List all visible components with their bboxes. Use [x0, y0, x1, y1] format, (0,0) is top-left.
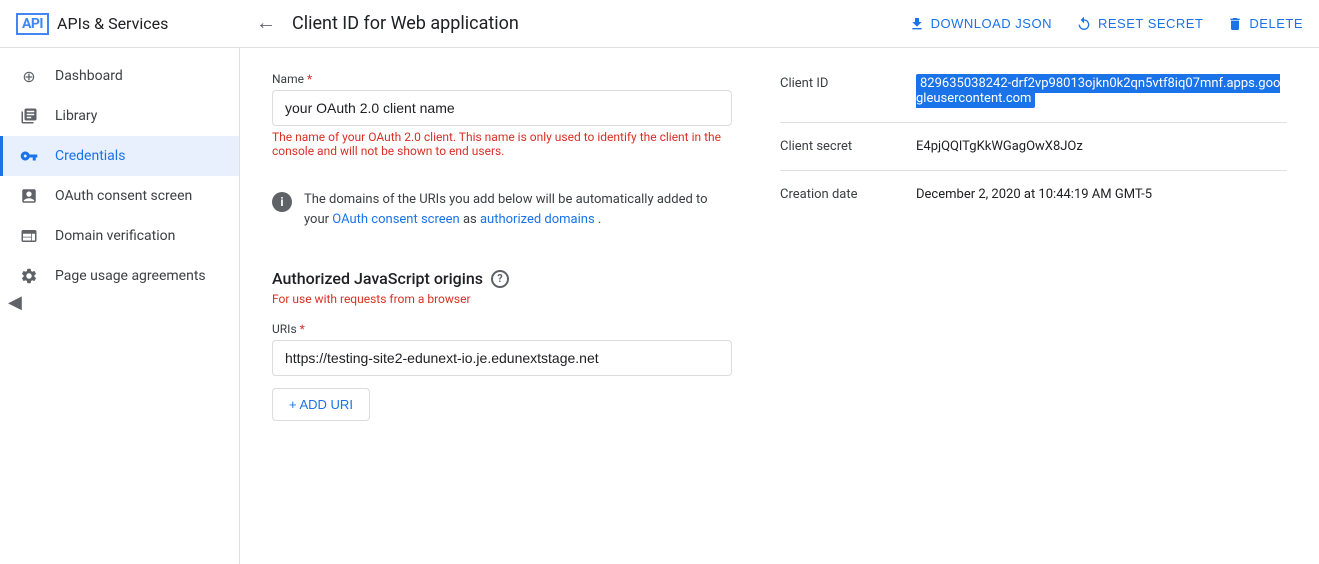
delete-button[interactable]: DELETE — [1227, 16, 1303, 32]
sidebar-item-dashboard[interactable]: ⊕ Dashboard — [0, 56, 239, 96]
left-panel: Name * The name of your OAuth 2.0 client… — [272, 72, 732, 540]
sidebar-item-credentials[interactable]: Credentials — [0, 136, 239, 176]
js-origins-help-icon[interactable]: ? — [491, 270, 509, 288]
domain-icon — [19, 226, 39, 246]
name-required: * — [307, 72, 312, 86]
creation-date-label: Creation date — [780, 187, 900, 202]
download-icon — [909, 16, 925, 32]
sidebar: ⊕ Dashboard Library Credentials OAuth co… — [0, 48, 240, 564]
sidebar-label-dashboard: Dashboard — [55, 68, 123, 84]
add-uri-button[interactable]: + ADD URI — [272, 388, 370, 421]
reset-icon — [1076, 16, 1092, 32]
uri-input[interactable] — [272, 340, 732, 376]
name-form-group: Name * The name of your OAuth 2.0 client… — [272, 72, 732, 158]
name-input[interactable] — [272, 90, 732, 126]
client-id-label: Client ID — [780, 76, 900, 91]
sidebar-label-page-usage: Page usage agreements — [55, 268, 206, 284]
sidebar-item-page-usage[interactable]: Page usage agreements — [0, 256, 239, 296]
creation-date-row: Creation date December 2, 2020 at 10:44:… — [780, 187, 1287, 218]
js-origins-subtext: For use with requests from a browser — [272, 292, 732, 306]
right-panel: Client ID 829635038242-drf2vp98013ojkn0k… — [780, 72, 1287, 540]
uris-group: URIs * — [272, 322, 732, 376]
oauth-consent-link[interactable]: OAuth consent screen — [332, 212, 459, 227]
dashboard-icon: ⊕ — [19, 66, 39, 86]
client-secret-value: E4pjQQlTgKkWGagOwX8JOz — [916, 139, 1083, 154]
credentials-icon — [19, 146, 39, 166]
oauth-icon — [19, 186, 39, 206]
reset-secret-button[interactable]: RESET SECRET — [1076, 16, 1203, 32]
library-icon — [19, 106, 39, 126]
sidebar-label-credentials: Credentials — [55, 148, 125, 164]
page-title: Client ID for Web application — [292, 13, 519, 34]
js-origins-heading: Authorized JavaScript origins ? — [272, 269, 732, 288]
info-text-content: The domains of the URIs you add below wi… — [304, 190, 732, 229]
client-secret-row: Client secret E4pjQQlTgKkWGagOwX8JOz — [780, 139, 1287, 171]
sidebar-collapse-button[interactable]: ◀ — [8, 292, 22, 313]
back-button[interactable]: ← — [256, 12, 276, 35]
top-bar-content: ← Client ID for Web application DOWNLOAD… — [256, 12, 1303, 35]
top-bar-left: API APIs & Services — [16, 13, 256, 35]
sidebar-label-library: Library — [55, 108, 97, 124]
info-box: i The domains of the URIs you add below … — [272, 174, 732, 245]
name-helper-text: The name of your OAuth 2.0 client. This … — [272, 130, 732, 158]
main-layout: ⊕ Dashboard Library Credentials OAuth co… — [0, 48, 1319, 564]
service-title: APIs & Services — [57, 14, 168, 33]
top-actions: DOWNLOAD JSON RESET SECRET DELETE — [909, 16, 1303, 32]
creation-date-value: December 2, 2020 at 10:44:19 AM GMT-5 — [916, 187, 1152, 202]
page-usage-icon — [19, 266, 39, 286]
sidebar-item-library[interactable]: Library — [0, 96, 239, 136]
name-label: Name * — [272, 72, 732, 86]
authorized-domains-link[interactable]: authorized domains — [480, 212, 595, 227]
delete-icon — [1227, 16, 1243, 32]
sidebar-label-domain: Domain verification — [55, 228, 175, 244]
api-logo: API — [16, 13, 49, 35]
sidebar-item-domain-verification[interactable]: Domain verification — [0, 216, 239, 256]
download-json-button[interactable]: DOWNLOAD JSON — [909, 16, 1052, 32]
client-id-highlighted: 829635038242-drf2vp98013ojkn0k2qn5vtf8iq… — [916, 74, 1280, 108]
info-icon: i — [272, 192, 292, 212]
content-area: Name * The name of your OAuth 2.0 client… — [240, 48, 1319, 564]
client-id-value: 829635038242-drf2vp98013ojkn0k2qn5vtf8iq… — [916, 76, 1287, 106]
uris-label: URIs * — [272, 322, 732, 336]
client-id-row: Client ID 829635038242-drf2vp98013ojkn0k… — [780, 76, 1287, 123]
sidebar-label-oauth: OAuth consent screen — [55, 188, 192, 204]
sidebar-item-oauth-consent[interactable]: OAuth consent screen — [0, 176, 239, 216]
top-bar: API APIs & Services ← Client ID for Web … — [0, 0, 1319, 48]
client-secret-label: Client secret — [780, 139, 900, 154]
uris-required: * — [300, 322, 305, 336]
client-info: Client ID 829635038242-drf2vp98013ojkn0k… — [780, 72, 1287, 218]
